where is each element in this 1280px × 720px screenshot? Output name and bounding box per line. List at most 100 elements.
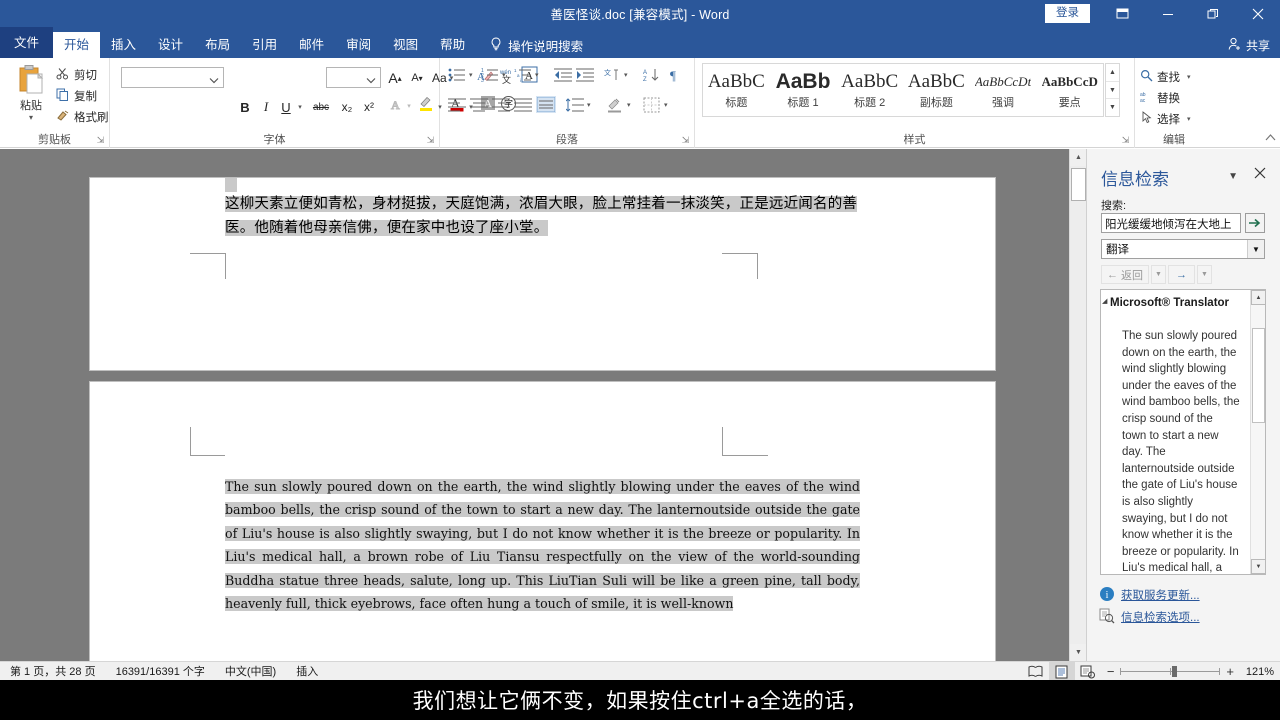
restore-icon[interactable] (1190, 0, 1235, 27)
tab-references[interactable]: 引用 (241, 32, 288, 58)
select-chevron-down-icon[interactable]: ▾ (1187, 115, 1191, 123)
web-layout-icon[interactable] (1075, 662, 1101, 681)
font-size-chevron-down-icon[interactable] (366, 73, 376, 87)
tab-layout[interactable]: 布局 (194, 32, 241, 58)
italic-button[interactable]: I (256, 96, 276, 118)
research-pane-dropdown-icon[interactable]: ▼ (1228, 171, 1238, 182)
results-scroll-up-icon[interactable]: ▲ (1251, 290, 1265, 305)
replace-button[interactable]: ab ac 替换 (1135, 87, 1213, 108)
status-word-count[interactable]: 16391/16391 个字 (106, 663, 215, 679)
research-search-input[interactable]: 阳光缓缓地倾泻在大地上 (1101, 213, 1241, 233)
results-collapse-triangle-icon[interactable]: ◢ (1102, 297, 1107, 305)
sign-in-button[interactable]: 登录 (1045, 4, 1090, 23)
scrollbar-track[interactable] (1070, 166, 1086, 644)
zoom-track[interactable] (1120, 666, 1221, 677)
tab-home[interactable]: 开始 (53, 32, 101, 58)
zoom-out-button[interactable]: − (1107, 664, 1115, 679)
zoom-slider[interactable]: − + 121% (1107, 664, 1274, 679)
sort-button[interactable]: AZ (643, 67, 661, 83)
style-item-heading-1[interactable]: AaBb 标题 1 (770, 64, 837, 116)
align-center-button[interactable] (470, 98, 488, 112)
style-item-strong[interactable]: AaBbCcD 要点 (1036, 64, 1103, 116)
zoom-in-button[interactable]: + (1226, 664, 1234, 679)
styles-more-icon[interactable]: ▼ (1106, 99, 1119, 116)
numbering-chevron-down-icon[interactable]: ▾ (502, 71, 506, 79)
tab-view[interactable]: 视图 (382, 32, 429, 58)
tell-me-search[interactable]: 操作说明搜索 (476, 32, 591, 58)
tab-mailings[interactable]: 邮件 (288, 32, 335, 58)
scroll-up-icon[interactable]: ▲ (1070, 149, 1086, 166)
tab-design[interactable]: 设计 (147, 32, 194, 58)
asian-layout-chevron-down-icon[interactable]: ▾ (624, 71, 628, 79)
format-painter-button[interactable]: 格式刷 (56, 106, 109, 127)
research-pane-close-icon[interactable] (1254, 166, 1266, 182)
research-back-history-icon[interactable]: ▼ (1151, 265, 1166, 284)
line-spacing-button[interactable] (566, 98, 584, 112)
close-icon[interactable] (1235, 0, 1280, 27)
align-right-button[interactable] (492, 98, 510, 112)
tab-review[interactable]: 审阅 (335, 32, 382, 58)
document-canvas[interactable]: 这柳天素立便如青松，身材挺拔，天庭饱满，浓眉大眼，脸上常挂着一抹淡笑，正是远近闻… (0, 149, 1086, 661)
distributed-align-button[interactable] (536, 96, 556, 113)
research-forward-button[interactable]: → (1168, 265, 1195, 284)
document-scrollbar[interactable]: ▲ ▼ (1069, 149, 1086, 661)
select-button[interactable]: 选择 ▾ (1135, 108, 1213, 129)
align-left-button[interactable] (448, 98, 466, 112)
research-service-chevron-down-icon[interactable]: ▼ (1247, 240, 1264, 258)
research-forward-history-icon[interactable]: ▼ (1197, 265, 1212, 284)
research-results-panel[interactable]: ◢ Microsoft® Translator The sun slowly p… (1100, 289, 1266, 575)
document-chinese-paragraph[interactable]: 这柳天素立便如青松，身材挺拔，天庭饱满，浓眉大眼，脸上常挂着一抹淡笑，正是远近闻… (225, 192, 860, 240)
find-button[interactable]: 查找 ▾ (1135, 66, 1213, 87)
grow-font-button[interactable]: A ▴ (384, 67, 406, 89)
bullets-chevron-down-icon[interactable]: ▾ (469, 71, 473, 79)
paste-dropdown-arrow[interactable]: ▾ (8, 114, 54, 122)
shading-chevron-down-icon[interactable]: ▾ (627, 101, 631, 109)
text-highlight-button[interactable] (416, 94, 436, 116)
justify-button[interactable] (514, 98, 532, 112)
bold-button[interactable]: B (235, 96, 255, 118)
styles-scroll-up-icon[interactable]: ▲ (1106, 64, 1119, 82)
results-scroll-down-icon[interactable]: ▼ (1251, 559, 1265, 574)
tab-file[interactable]: 文件 (0, 27, 54, 58)
results-scrollbar-thumb[interactable] (1252, 328, 1265, 423)
underline-button[interactable]: U (276, 96, 296, 118)
font-size-combobox[interactable] (326, 67, 381, 88)
research-service-select[interactable]: 翻译 ▼ (1101, 239, 1265, 259)
underline-chevron-down-icon[interactable]: ▾ (295, 96, 305, 118)
copy-button[interactable]: 复制 (56, 85, 109, 106)
minimize-icon[interactable] (1145, 0, 1190, 27)
style-item-emphasis[interactable]: AaBbCcDt 强调 (970, 64, 1037, 116)
status-page-number[interactable]: 第 1 页，共 28 页 (0, 663, 106, 679)
paste-button[interactable]: 粘贴 ▾ (8, 62, 54, 122)
ribbon-display-options-icon[interactable] (1100, 0, 1145, 27)
scrollbar-thumb[interactable] (1071, 168, 1086, 201)
style-item-title[interactable]: AaBbC 标题 (703, 64, 770, 116)
share-button[interactable]: 共享 (1228, 37, 1270, 54)
shrink-font-button[interactable]: A ▾ (406, 67, 428, 89)
multilevel-chevron-down-icon[interactable]: ▾ (535, 71, 539, 79)
styles-dialog-launcher-icon[interactable]: ⇲ (1120, 135, 1131, 146)
decrease-indent-button[interactable] (554, 67, 572, 83)
tab-insert[interactable]: 插入 (100, 32, 147, 58)
tab-help[interactable]: 帮助 (429, 32, 476, 58)
paragraph-dialog-launcher-icon[interactable]: ⇲ (680, 135, 691, 146)
subscript-button[interactable]: x₂ (336, 96, 358, 118)
get-service-updates-link[interactable]: 获取服务更新... (1121, 587, 1200, 603)
asian-layout-button[interactable]: 文 (603, 67, 621, 83)
research-back-button[interactable]: ← 返回 (1101, 265, 1149, 284)
multilevel-list-button[interactable]: 1ai (514, 67, 532, 83)
read-mode-icon[interactable] (1023, 662, 1049, 681)
research-go-button[interactable] (1245, 213, 1265, 233)
status-insert-mode[interactable]: 插入 (286, 663, 328, 679)
find-chevron-down-icon[interactable]: ▾ (1187, 73, 1191, 81)
clipboard-dialog-launcher-icon[interactable]: ⇲ (95, 135, 106, 146)
superscript-button[interactable]: x² (358, 96, 380, 118)
print-layout-icon[interactable] (1048, 662, 1075, 681)
line-spacing-chevron-down-icon[interactable]: ▾ (587, 101, 591, 109)
zoom-level-value[interactable]: 121% (1240, 666, 1274, 678)
status-language[interactable]: 中文(中国) (215, 663, 286, 679)
cut-button[interactable]: 剪切 (56, 64, 109, 85)
numbering-button[interactable]: 123 (481, 67, 499, 83)
font-dialog-launcher-icon[interactable]: ⇲ (425, 135, 436, 146)
collapse-ribbon-icon[interactable] (1265, 133, 1276, 145)
